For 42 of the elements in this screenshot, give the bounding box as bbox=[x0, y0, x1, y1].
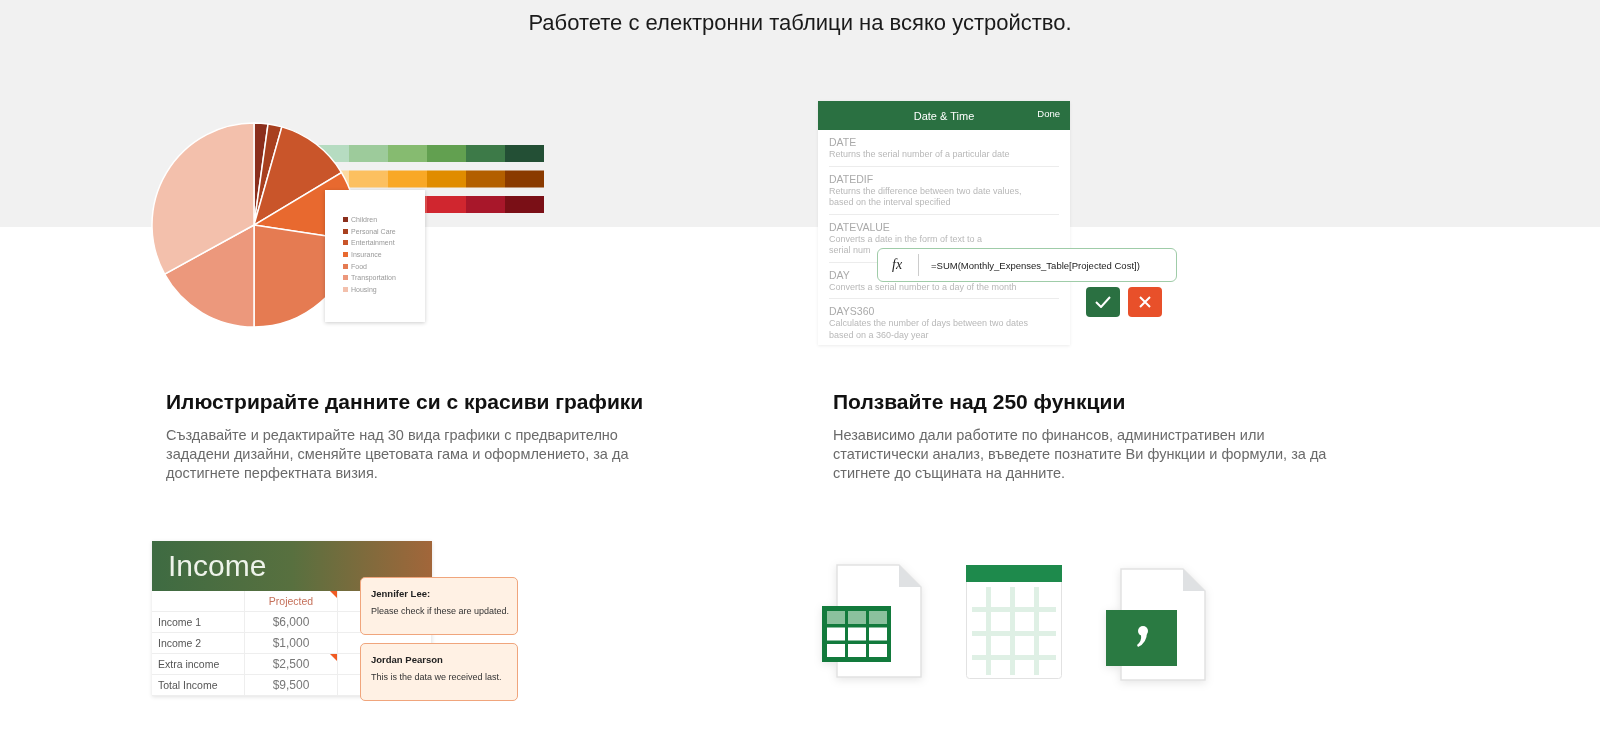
table-cell: $6,000 bbox=[245, 612, 338, 632]
function-name[interactable]: DAY bbox=[829, 268, 850, 282]
cancel-button[interactable] bbox=[1128, 287, 1162, 317]
function-name[interactable]: DATE bbox=[829, 136, 857, 149]
table-cell: $9,500 bbox=[245, 675, 338, 695]
comment-marker bbox=[330, 654, 337, 661]
feature-description: Създавайте и редактирайте над 30 вида графики с предварително зададени дизайни, сменяйте цветовата гама и оформлението, за да достигнете перфектната визия. bbox=[166, 426, 630, 483]
formula-text: =SUM(Monthly_Expenses_Table[Projected Cost]) bbox=[931, 259, 1140, 271]
function-name[interactable]: DATEVALUE bbox=[829, 220, 890, 234]
table-cell: $2,500 bbox=[245, 654, 338, 674]
panel-title: Date & Time bbox=[913, 109, 975, 122]
table-cell: Income 1 bbox=[152, 612, 245, 632]
function-description: Returns the difference between two date values, bbox=[829, 185, 1022, 197]
comment-author: Jennifer Lee: bbox=[371, 588, 432, 599]
column-header: Projected bbox=[245, 591, 338, 611]
check-icon bbox=[1095, 296, 1111, 308]
comment-author: Jordan Pearson bbox=[371, 654, 444, 665]
page-title: Работете с електронни таблици на всяко устройство. bbox=[527, 9, 1073, 36]
function-description: Calculates the number of days between two dates bbox=[829, 318, 1029, 330]
comment-text: Please check if these are updated. bbox=[371, 606, 507, 616]
feature-description: Независимо дали работите по финансов, административен или статистически анализ, въведете познатите Ви функции и формули, за да стигнете до същината на данните. bbox=[833, 426, 1328, 483]
feature-title: Ползвайте над 250 функции bbox=[833, 390, 1127, 414]
table-cell: $1,000 bbox=[245, 633, 338, 653]
function-name[interactable]: DAYS360 bbox=[829, 305, 875, 318]
done-button[interactable]: Done bbox=[1037, 108, 1060, 119]
table-cell: Extra income bbox=[152, 654, 245, 674]
spreadsheet-grid-icon bbox=[966, 565, 1062, 679]
formula-field[interactable]: fx =SUM(Monthly_Expenses_Table[Projected Cost]) bbox=[877, 248, 1177, 282]
sheet-title: Income bbox=[168, 549, 267, 583]
fx-label: fx bbox=[892, 257, 904, 273]
csv-file-icon bbox=[1105, 568, 1207, 682]
table-cell: Total Income bbox=[152, 675, 245, 695]
close-icon bbox=[1139, 296, 1151, 308]
feature-title: Илюстрирайте данните си с красиви графики bbox=[166, 390, 645, 414]
comment-text: This is the data we received last. bbox=[371, 672, 503, 682]
function-description: based on the interval specified bbox=[829, 197, 951, 209]
function-name[interactable]: DATEDIF bbox=[829, 172, 874, 186]
function-description: based on a 360-day year bbox=[829, 329, 929, 341]
comment-marker bbox=[330, 591, 337, 598]
table-cell: Income 2 bbox=[152, 633, 245, 653]
function-description: serial num bbox=[829, 245, 871, 257]
confirm-button[interactable] bbox=[1086, 287, 1120, 317]
